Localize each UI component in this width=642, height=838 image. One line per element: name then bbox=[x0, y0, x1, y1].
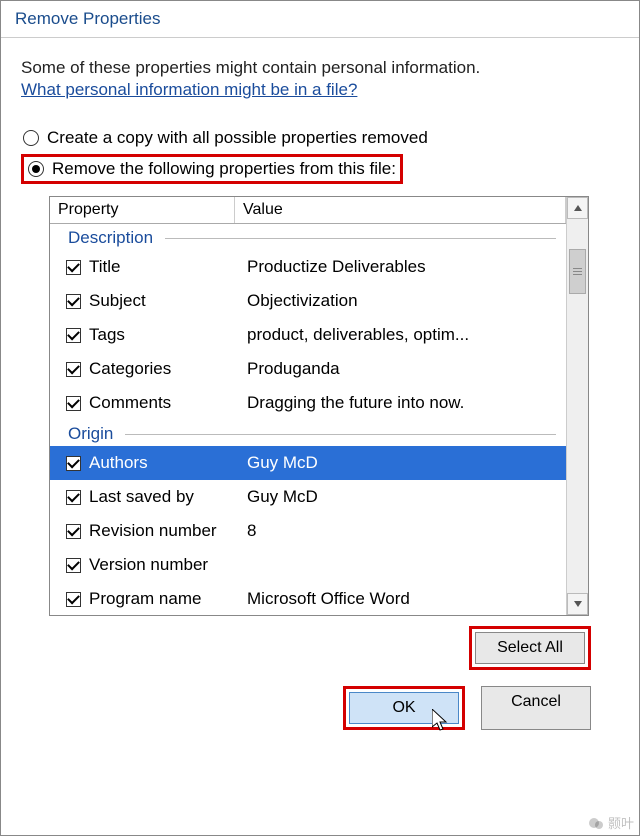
highlight-ok: OK bbox=[343, 686, 465, 730]
prop-value: Productize Deliverables bbox=[247, 257, 566, 277]
scrollbar[interactable] bbox=[566, 197, 588, 615]
row-program-name[interactable]: Program name Microsoft Office Word bbox=[50, 582, 566, 615]
group-origin-label: Origin bbox=[68, 424, 113, 444]
chevron-up-icon bbox=[574, 205, 582, 211]
radio-create-copy[interactable]: Create a copy with all possible properti… bbox=[21, 124, 619, 152]
highlight-select-all: Select All bbox=[469, 626, 591, 670]
column-value[interactable]: Value bbox=[235, 197, 566, 223]
checkbox-subject[interactable] bbox=[66, 294, 81, 309]
watermark: 颢叶 bbox=[588, 813, 634, 832]
prop-value: 8 bbox=[247, 521, 566, 541]
prop-value: Objectivization bbox=[247, 291, 566, 311]
wechat-icon bbox=[588, 815, 604, 831]
divider bbox=[165, 238, 556, 239]
group-description-label: Description bbox=[68, 228, 153, 248]
group-description: Description bbox=[50, 224, 566, 250]
row-categories[interactable]: Categories Produganda bbox=[50, 352, 566, 386]
list-header: Property Value bbox=[50, 197, 566, 224]
row-last-saved-by[interactable]: Last saved by Guy McD bbox=[50, 480, 566, 514]
prop-label: Revision number bbox=[89, 521, 247, 541]
prop-label: Version number bbox=[89, 555, 247, 575]
prop-value: Guy McD bbox=[247, 487, 566, 507]
column-property[interactable]: Property bbox=[50, 197, 235, 223]
prop-label: Authors bbox=[89, 453, 247, 473]
prop-value: Guy McD bbox=[247, 453, 566, 473]
checkbox-last-saved-by[interactable] bbox=[66, 490, 81, 505]
checkbox-program-name[interactable] bbox=[66, 592, 81, 607]
radio-icon bbox=[28, 161, 44, 177]
prop-value: Microsoft Office Word bbox=[247, 589, 566, 609]
scroll-thumb[interactable] bbox=[569, 249, 586, 294]
checkbox-comments[interactable] bbox=[66, 396, 81, 411]
row-subject[interactable]: Subject Objectivization bbox=[50, 284, 566, 318]
cancel-button[interactable]: Cancel bbox=[481, 686, 591, 730]
row-title[interactable]: Title Productize Deliverables bbox=[50, 250, 566, 284]
scroll-track[interactable] bbox=[567, 219, 588, 593]
row-authors[interactable]: Authors Guy McD bbox=[50, 446, 566, 480]
radio-remove-following[interactable]: Remove the following properties from thi… bbox=[28, 159, 396, 179]
chevron-down-icon bbox=[574, 601, 582, 607]
scroll-up-button[interactable] bbox=[567, 197, 588, 219]
highlight-radio-remove: Remove the following properties from thi… bbox=[21, 154, 403, 184]
prop-value: product, deliverables, optim... bbox=[247, 325, 566, 345]
prop-value: Produganda bbox=[247, 359, 566, 379]
prop-label: Last saved by bbox=[89, 487, 247, 507]
properties-list: Property Value Description Title Product… bbox=[49, 196, 589, 616]
checkbox-authors[interactable] bbox=[66, 456, 81, 471]
intro-text: Some of these properties might contain p… bbox=[21, 58, 619, 78]
checkbox-tags[interactable] bbox=[66, 328, 81, 343]
radio-remove-following-label: Remove the following properties from thi… bbox=[52, 159, 396, 179]
divider bbox=[125, 434, 556, 435]
select-all-button[interactable]: Select All bbox=[475, 632, 585, 664]
row-version-number[interactable]: Version number bbox=[50, 548, 566, 582]
prop-label: Tags bbox=[89, 325, 247, 345]
row-comments[interactable]: Comments Dragging the future into now. bbox=[50, 386, 566, 420]
prop-label: Categories bbox=[89, 359, 247, 379]
radio-icon bbox=[23, 130, 39, 146]
radio-create-copy-label: Create a copy with all possible properti… bbox=[47, 128, 428, 148]
prop-label: Title bbox=[89, 257, 247, 277]
prop-label: Subject bbox=[89, 291, 247, 311]
group-origin: Origin bbox=[50, 420, 566, 446]
prop-label: Comments bbox=[89, 393, 247, 413]
row-revision-number[interactable]: Revision number 8 bbox=[50, 514, 566, 548]
dialog-title: Remove Properties bbox=[1, 1, 639, 38]
watermark-text: 颢叶 bbox=[608, 813, 634, 832]
help-link[interactable]: What personal information might be in a … bbox=[21, 80, 619, 100]
prop-value: Dragging the future into now. bbox=[247, 393, 566, 413]
checkbox-version-number[interactable] bbox=[66, 558, 81, 573]
checkbox-categories[interactable] bbox=[66, 362, 81, 377]
prop-label: Program name bbox=[89, 589, 247, 609]
checkbox-revision-number[interactable] bbox=[66, 524, 81, 539]
scroll-down-button[interactable] bbox=[567, 593, 588, 615]
dialog-content: Some of these properties might contain p… bbox=[1, 38, 639, 835]
row-tags[interactable]: Tags product, deliverables, optim... bbox=[50, 318, 566, 352]
checkbox-title[interactable] bbox=[66, 260, 81, 275]
remove-properties-dialog: Remove Properties Some of these properti… bbox=[0, 0, 640, 836]
ok-button[interactable]: OK bbox=[349, 692, 459, 724]
